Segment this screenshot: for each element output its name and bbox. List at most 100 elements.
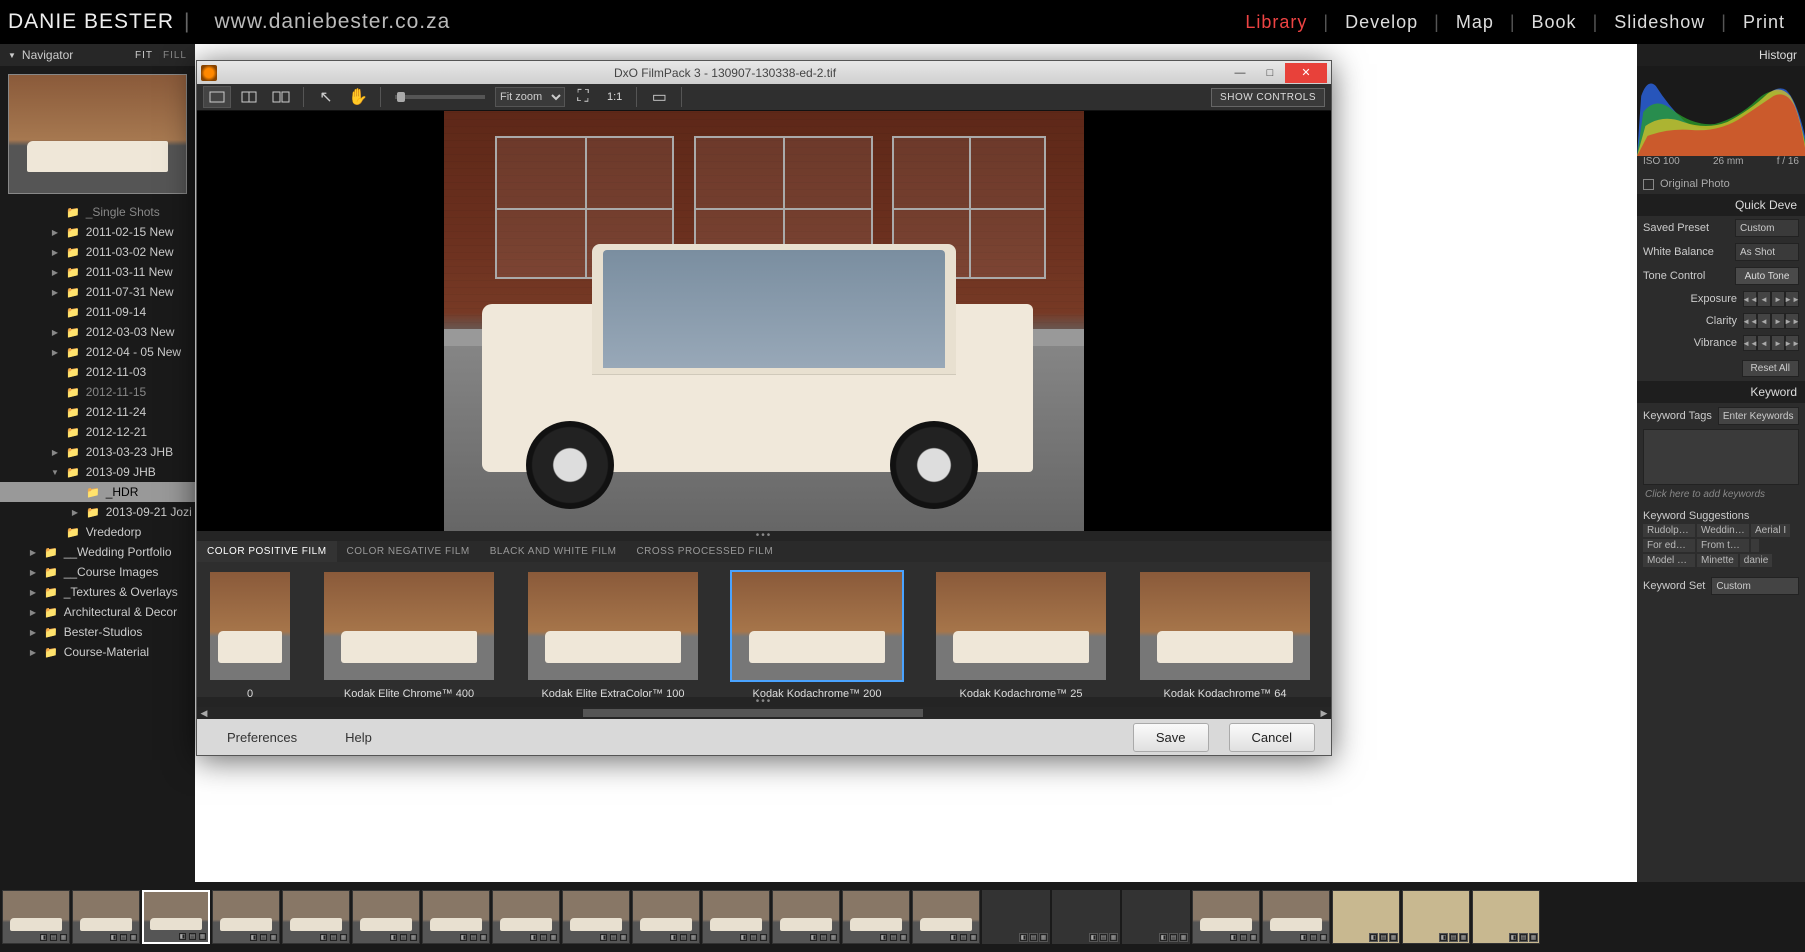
filmstrip-thumb[interactable]: ◧▤▦	[1262, 890, 1330, 944]
folder-row[interactable]: ▶📁2012-03-03 New	[0, 322, 195, 342]
cancel-button[interactable]: Cancel	[1229, 723, 1315, 752]
info-overlay-icon[interactable]: ▭	[645, 86, 673, 108]
filmstrip-thumb[interactable]: ◧▤▦	[1122, 890, 1190, 944]
folder-row[interactable]: 📁2012-11-24	[0, 402, 195, 422]
folder-row[interactable]: ▶📁Bester-Studios	[0, 622, 195, 642]
filmstrip-thumb[interactable]: ◧▤▦	[1052, 890, 1120, 944]
scroll-left-icon[interactable]: ◀	[197, 707, 211, 719]
keyword-input[interactable]	[1643, 429, 1799, 485]
single-view-icon[interactable]	[203, 86, 231, 108]
filmstrip-thumb[interactable]: ◧▤▦	[1402, 890, 1470, 944]
folder-row[interactable]: ▶📁Course-Material	[0, 642, 195, 662]
zoom-slider[interactable]	[395, 95, 485, 99]
filmstrip-thumb[interactable]: ◧▤▦	[492, 890, 560, 944]
filmstrip-thumb[interactable]: ◧▤▦	[912, 890, 980, 944]
saved-preset-value[interactable]: Custom	[1735, 219, 1799, 237]
keyword-suggestion[interactable]: Rudolph & S…	[1643, 524, 1695, 537]
folder-row[interactable]: ▶📁2013-09-21 Jozi	[0, 502, 195, 522]
split-view-icon[interactable]	[235, 86, 263, 108]
navigator-header[interactable]: ▼ Navigator FIT FILL	[0, 44, 195, 66]
minimize-button[interactable]: —	[1225, 63, 1255, 83]
filmstrip-thumb[interactable]: ◧▤▦	[982, 890, 1050, 944]
maximize-button[interactable]: □	[1255, 63, 1285, 83]
panel-grip[interactable]: •••	[197, 531, 1331, 541]
one-to-one[interactable]: 1:1	[601, 91, 628, 103]
original-photo-toggle[interactable]: Original Photo	[1637, 174, 1805, 194]
keywording-header[interactable]: Keyword	[1637, 381, 1805, 403]
vibrance-stepper[interactable]: ◄◄◄►►►	[1743, 335, 1799, 351]
histogram-header[interactable]: Histogr	[1637, 44, 1805, 66]
close-button[interactable]: ✕	[1285, 63, 1327, 83]
folder-row[interactable]: 📁2012-11-15	[0, 382, 195, 402]
reset-all-button[interactable]: Reset All	[1742, 360, 1799, 377]
module-library[interactable]: Library	[1233, 12, 1319, 33]
film-preset[interactable]: Kodak Kodachrome™ 25	[931, 572, 1111, 697]
folder-row[interactable]: 📁_Single Shots	[0, 202, 195, 222]
module-book[interactable]: Book	[1520, 12, 1589, 33]
keyword-suggestion[interactable]: Minette	[1697, 554, 1738, 567]
fit-screen-icon[interactable]: ⛶	[569, 86, 597, 108]
keyword-hint[interactable]: Click here to add keywords	[1637, 489, 1805, 506]
keyword-suggestion[interactable]: Wedding P…	[1697, 524, 1749, 537]
white-balance-value[interactable]: As Shot	[1735, 243, 1799, 261]
save-button[interactable]: Save	[1133, 723, 1209, 752]
pointer-tool-icon[interactable]: ↖	[312, 86, 340, 108]
show-controls-button[interactable]: SHOW CONTROLS	[1211, 88, 1325, 107]
filmstrip-thumb[interactable]: ◧▤▦	[282, 890, 350, 944]
filmstrip-thumb[interactable]: ◧▤▦	[1472, 890, 1540, 944]
filmstrip-thumb[interactable]: ◧▤▦	[1332, 890, 1400, 944]
filmstrip-thumb[interactable]: ◧▤▦	[422, 890, 490, 944]
folder-row[interactable]: ▶📁2011-02-15 New	[0, 222, 195, 242]
hand-tool-icon[interactable]: ✋	[344, 86, 372, 108]
keyword-suggestion[interactable]: For educati…	[1643, 539, 1695, 552]
filmstrip-thumb[interactable]: ◧▤▦	[702, 890, 770, 944]
folder-row[interactable]: 📁2012-11-03	[0, 362, 195, 382]
quick-develop-header[interactable]: Quick Deve	[1637, 194, 1805, 216]
tab-color-negative[interactable]: COLOR NEGATIVE FILM	[337, 541, 480, 562]
filmstrip-thumb[interactable]: ◧▤▦	[142, 890, 210, 944]
tab-color-positive[interactable]: COLOR POSITIVE FILM	[197, 541, 337, 562]
folder-row[interactable]: ▶📁2011-03-11 New	[0, 262, 195, 282]
keyword-suggestion[interactable]: Aerial I	[1751, 524, 1790, 537]
help-button[interactable]: Help	[331, 724, 386, 751]
module-develop[interactable]: Develop	[1333, 12, 1430, 33]
scroll-right-icon[interactable]: ▶	[1317, 707, 1331, 719]
clarity-stepper[interactable]: ◄◄◄►►►	[1743, 313, 1799, 329]
folder-row[interactable]: ▶📁2013-03-23 JHB	[0, 442, 195, 462]
scrollbar-thumb[interactable]	[583, 709, 923, 717]
keyword-set-value[interactable]: Custom	[1711, 577, 1799, 595]
folder-row[interactable]: ▶📁2012-04 - 05 New	[0, 342, 195, 362]
module-map[interactable]: Map	[1444, 12, 1506, 33]
tab-cross-processed[interactable]: CROSS PROCESSED FILM	[626, 541, 783, 562]
folder-row[interactable]: ▶📁_Textures & Overlays	[0, 582, 195, 602]
folder-row[interactable]: ▶📁2011-03-02 New	[0, 242, 195, 262]
histogram[interactable]	[1637, 66, 1805, 156]
checkbox-icon[interactable]	[1643, 179, 1654, 190]
keyword-suggestion[interactable]	[1751, 539, 1759, 552]
auto-tone-button[interactable]: Auto Tone	[1735, 267, 1799, 285]
folder-row[interactable]: ▶📁2011-07-31 New	[0, 282, 195, 302]
sidebyside-view-icon[interactable]	[267, 86, 295, 108]
film-preset[interactable]: Kodak Elite ExtraColor™ 100	[523, 572, 703, 697]
keyword-suggestion[interactable]: From the Ar…	[1697, 539, 1749, 552]
film-preset[interactable]: Kodak Elite Chrome™ 400	[319, 572, 499, 697]
filmstrip-thumb[interactable]: ◧▤▦	[212, 890, 280, 944]
filmstrip-thumb[interactable]: ◧▤▦	[352, 890, 420, 944]
nav-fill[interactable]: FILL	[163, 50, 187, 61]
folder-row[interactable]: ▶📁__Wedding Portfolio	[0, 542, 195, 562]
nav-fit[interactable]: FIT	[135, 50, 153, 61]
folder-row[interactable]: ▶📁__Course Images	[0, 562, 195, 582]
preset-scrollbar[interactable]: ◀ ▶	[197, 707, 1331, 719]
filmstrip-thumb[interactable]: ◧▤▦	[2, 890, 70, 944]
filmstrip-thumb[interactable]: ◧▤▦	[562, 890, 630, 944]
module-print[interactable]: Print	[1731, 12, 1797, 33]
filmstrip-thumb[interactable]: ◧▤▦	[1192, 890, 1260, 944]
keyword-suggestion[interactable]: danie	[1740, 554, 1772, 567]
filmstrip-thumb[interactable]: ◧▤▦	[72, 890, 140, 944]
film-preset[interactable]: 0	[205, 572, 295, 697]
zoom-select[interactable]: Fit zoom	[495, 87, 565, 107]
film-preset[interactable]: Kodak Kodachrome™ 200	[727, 572, 907, 697]
folder-row[interactable]: 📁_HDR	[0, 482, 195, 502]
navigator-thumbnail[interactable]	[8, 74, 187, 194]
keyword-suggestion[interactable]: Model Shoot	[1643, 554, 1695, 567]
